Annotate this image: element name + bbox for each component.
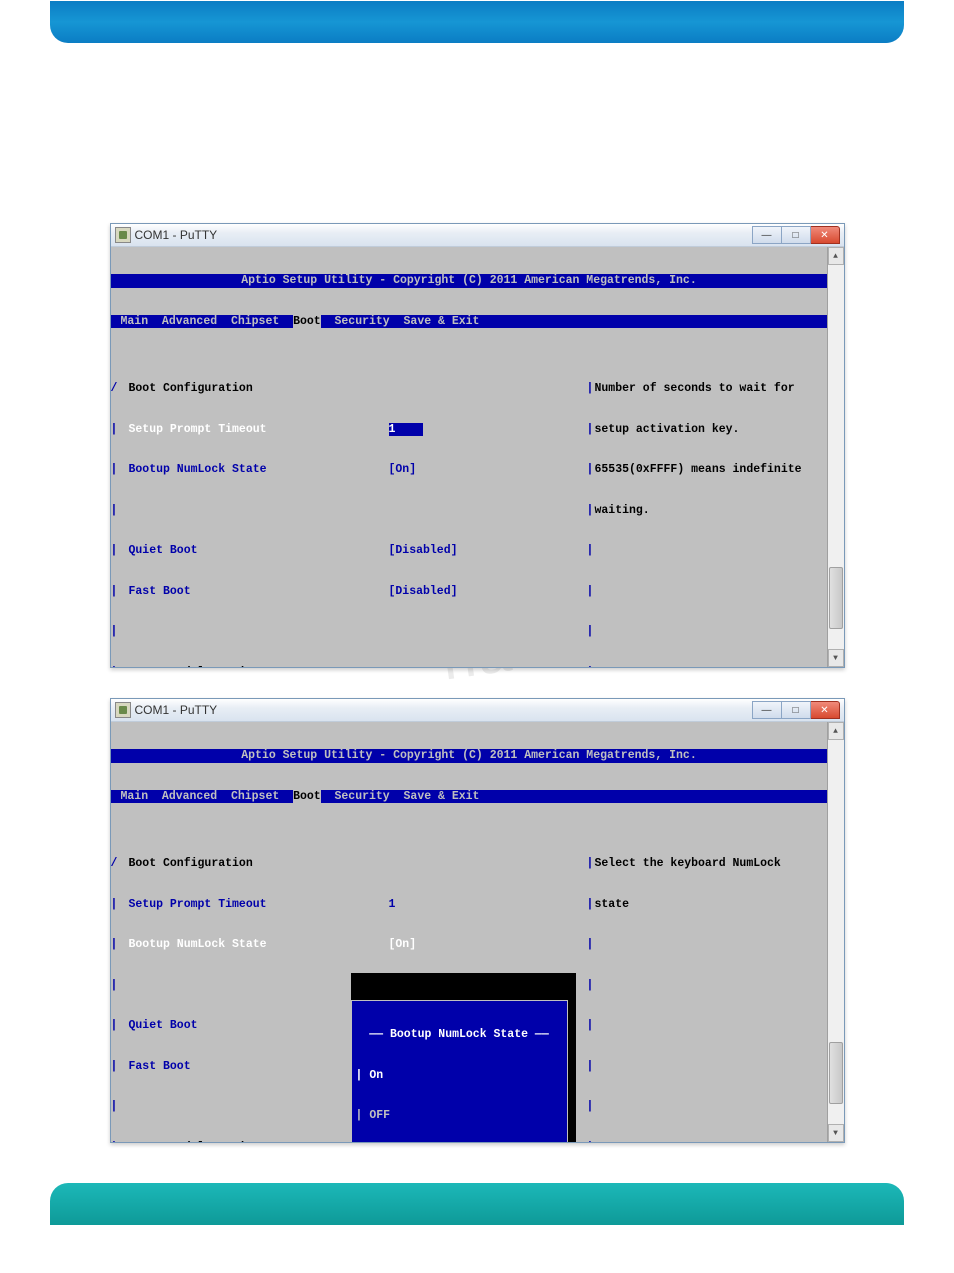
close-button[interactable]: ✕ [811, 226, 840, 244]
menu-chipset[interactable]: Chipset [231, 790, 279, 803]
page-header-bar [50, 1, 904, 43]
putty-icon [115, 702, 131, 718]
menu-security[interactable]: Security [335, 790, 390, 803]
opt-numlock-state-selected[interactable]: Bootup NumLock State [129, 938, 267, 951]
val-setup-prompt-timeout[interactable]: 1 [389, 898, 587, 912]
opt-fast-boot[interactable]: Fast Boot [129, 1060, 191, 1073]
page-footer-bar [50, 1183, 904, 1225]
section-boot-config: Boot Configuration [129, 857, 253, 870]
window-titlebar[interactable]: COM1 - PuTTY — □ ✕ [111, 224, 844, 247]
help-line: setup activation key. [595, 423, 828, 437]
popup-title: Bootup NumLock State [390, 1028, 528, 1041]
help-line: Select the keyboard NumLock [595, 857, 828, 871]
menu-chipset[interactable]: Chipset [231, 315, 279, 328]
popup-numlock[interactable]: —— Bootup NumLock State —— | On | OFF [351, 973, 576, 1142]
menu-advanced[interactable]: Advanced [162, 790, 217, 803]
menu-advanced[interactable]: Advanced [162, 315, 217, 328]
opt-quiet-boot[interactable]: Quiet Boot [129, 1019, 198, 1032]
help-line: state [595, 898, 828, 912]
menu-boot-selected[interactable]: Boot [293, 315, 321, 328]
val-setup-prompt-timeout[interactable]: 1 [389, 423, 424, 436]
label-csm16: CSM16 Module Verison [129, 1141, 267, 1143]
maximize-button[interactable]: □ [782, 701, 811, 719]
bios-header: Aptio Setup Utility - Copyright (C) 2011… [111, 749, 828, 763]
scrollbar[interactable]: ▲ ▼ [827, 247, 844, 667]
val-numlock-state[interactable]: [On] [389, 463, 587, 477]
menu-save-exit[interactable]: Save & Exit [404, 790, 480, 803]
popup-option-off[interactable]: | OFF [352, 1109, 567, 1123]
val-fast-boot[interactable]: [Disabled] [389, 585, 587, 599]
window-title: COM1 - PuTTY [135, 703, 218, 717]
scroll-up-icon[interactable]: ▲ [828, 722, 844, 740]
bios-header: Aptio Setup Utility - Copyright (C) 2011… [111, 274, 828, 288]
putty-window-2: COM1 - PuTTY — □ ✕ Aptio Setup Utility -… [110, 698, 845, 1143]
menu-main[interactable]: Main [121, 790, 149, 803]
val-csm16: 07.64 [389, 666, 587, 668]
minimize-button[interactable]: — [752, 226, 782, 244]
minimize-button[interactable]: — [752, 701, 782, 719]
bios-menu-bar[interactable]: Main Advanced Chipset Boot Security Save… [111, 315, 828, 329]
label-csm16: CSM16 Module Verison [129, 666, 267, 668]
window-title: COM1 - PuTTY [135, 228, 218, 242]
section-boot-config: Boot Configuration [129, 382, 253, 395]
window-titlebar[interactable]: COM1 - PuTTY — □ ✕ [111, 699, 844, 722]
scrollbar[interactable]: ▲ ▼ [827, 722, 844, 1142]
menu-security[interactable]: Security [335, 315, 390, 328]
scroll-down-icon[interactable]: ▼ [828, 649, 844, 667]
menu-boot-selected[interactable]: Boot [293, 790, 321, 803]
close-button[interactable]: ✕ [811, 701, 840, 719]
val-numlock-state[interactable]: [On] [389, 938, 587, 952]
putty-window-1: COM1 - PuTTY — □ ✕ Aptio Setup Utility -… [110, 223, 845, 668]
opt-quiet-boot[interactable]: Quiet Boot [129, 544, 198, 557]
scroll-thumb[interactable] [829, 1042, 843, 1104]
popup-option-on[interactable]: | On [352, 1069, 567, 1083]
scroll-up-icon[interactable]: ▲ [828, 247, 844, 265]
scroll-down-icon[interactable]: ▼ [828, 1124, 844, 1142]
maximize-button[interactable]: □ [782, 226, 811, 244]
bios-screen-1[interactable]: Aptio Setup Utility - Copyright (C) 2011… [111, 247, 828, 667]
bios-screen-2[interactable]: Aptio Setup Utility - Copyright (C) 2011… [111, 722, 828, 1142]
menu-main[interactable]: Main [121, 315, 149, 328]
help-line: waiting. [595, 504, 828, 518]
val-quiet-boot[interactable]: [Disabled] [389, 544, 587, 558]
opt-fast-boot[interactable]: Fast Boot [129, 585, 191, 598]
help-line: 65535(0xFFFF) means indefinite [595, 463, 828, 477]
menu-save-exit[interactable]: Save & Exit [404, 315, 480, 328]
bios-menu-bar[interactable]: Main Advanced Chipset Boot Security Save… [111, 790, 828, 804]
opt-setup-prompt-timeout[interactable]: Setup Prompt Timeout [129, 423, 267, 436]
putty-icon [115, 227, 131, 243]
opt-numlock-state[interactable]: Bootup NumLock State [129, 463, 267, 476]
help-line: Number of seconds to wait for [595, 382, 828, 396]
scroll-thumb[interactable] [829, 567, 843, 629]
opt-setup-prompt-timeout[interactable]: Setup Prompt Timeout [129, 898, 267, 911]
